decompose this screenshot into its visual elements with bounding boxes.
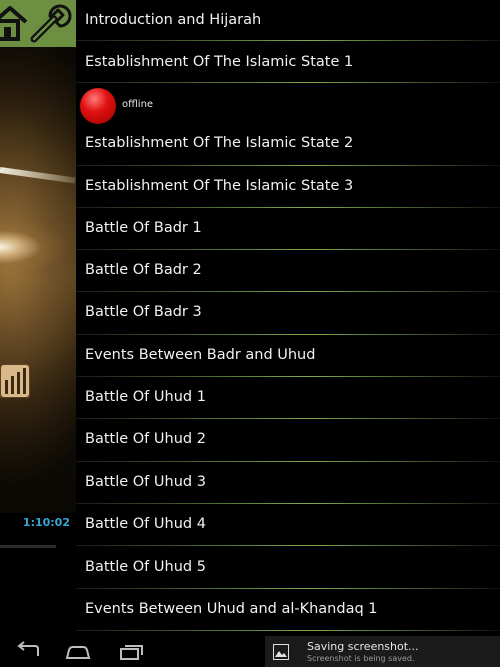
seek-bar[interactable] bbox=[0, 545, 56, 548]
track-title: Battle Of Uhud 1 bbox=[85, 389, 206, 405]
album-artwork bbox=[0, 47, 76, 513]
track-item[interactable]: Battle Of Uhud 5 bbox=[76, 546, 500, 589]
track-item[interactable]: Battle Of Uhud 4 bbox=[76, 504, 500, 546]
nav-home-button[interactable] bbox=[64, 640, 92, 662]
notification-subtitle: Screenshot is being saved. bbox=[307, 654, 415, 663]
track-title: Battle Of Uhud 4 bbox=[85, 516, 206, 532]
home-icon bbox=[65, 646, 91, 659]
track-title: Battle Of Uhud 2 bbox=[85, 431, 206, 447]
track-item[interactable]: Establishment Of The Islamic State 2 bbox=[76, 125, 500, 166]
track-title: Battle Of Badr 3 bbox=[85, 304, 202, 320]
track-item[interactable]: Battle Of Uhud 3 bbox=[76, 462, 500, 504]
track-item[interactable]: Battle Of Uhud 1 bbox=[76, 377, 500, 419]
home-icon bbox=[0, 6, 28, 41]
track-title: Introduction and Hijarah bbox=[85, 12, 262, 28]
track-item[interactable]: Battle Of Badr 1 bbox=[76, 208, 500, 250]
back-icon bbox=[17, 641, 39, 656]
track-item[interactable]: Events Between Uhud and al-Khandaq 1 bbox=[76, 589, 500, 631]
offline-label: offline bbox=[122, 99, 154, 110]
player-toolbar bbox=[0, 0, 76, 47]
wrench-icon bbox=[30, 4, 72, 43]
track-title: Establishment Of The Islamic State 2 bbox=[85, 135, 354, 151]
track-title: Events Between Badr and Uhud bbox=[85, 347, 316, 363]
track-item[interactable]: Establishment Of The Islamic State 3 bbox=[76, 166, 500, 208]
track-item[interactable]: Battle Of Badr 3 bbox=[76, 292, 500, 335]
offline-indicator-icon bbox=[80, 88, 116, 124]
track-item[interactable]: Introduction and Hijarah bbox=[76, 0, 500, 41]
settings-button[interactable] bbox=[28, 0, 76, 47]
track-item[interactable]: Establishment Of The Islamic State 1 bbox=[76, 41, 500, 83]
recents-icon bbox=[120, 645, 143, 660]
back-button[interactable] bbox=[14, 640, 42, 662]
image-icon bbox=[273, 644, 289, 660]
notification-title: Saving screenshot... bbox=[307, 640, 419, 653]
elapsed-time: 1:10:02 bbox=[22, 516, 70, 529]
track-title: Battle Of Badr 1 bbox=[85, 220, 202, 236]
divider bbox=[76, 630, 500, 631]
player-panel: 1:10:02 bbox=[0, 0, 76, 636]
track-title: Battle Of Badr 2 bbox=[85, 262, 202, 278]
track-item[interactable]: Battle Of Uhud 2 bbox=[76, 419, 500, 462]
track-title: Events Between Uhud and al-Khandaq 1 bbox=[85, 601, 378, 617]
track-item[interactable]: Events Between Badr and Uhud bbox=[76, 335, 500, 377]
equalizer-icon[interactable] bbox=[0, 362, 30, 398]
connection-status: offline bbox=[76, 83, 500, 125]
home-button[interactable] bbox=[0, 0, 28, 47]
track-title: Battle Of Uhud 3 bbox=[85, 474, 206, 490]
track-title: Establishment Of The Islamic State 1 bbox=[85, 54, 354, 70]
screenshot-notification[interactable]: Saving screenshot... Screenshot is being… bbox=[265, 636, 500, 667]
track-item[interactable]: Battle Of Badr 2 bbox=[76, 250, 500, 292]
track-list: Introduction and Hijarah Establishment O… bbox=[76, 0, 500, 636]
track-title: Battle Of Uhud 5 bbox=[85, 559, 206, 575]
track-title: Establishment Of The Islamic State 3 bbox=[85, 178, 354, 194]
recents-button[interactable] bbox=[118, 640, 146, 662]
